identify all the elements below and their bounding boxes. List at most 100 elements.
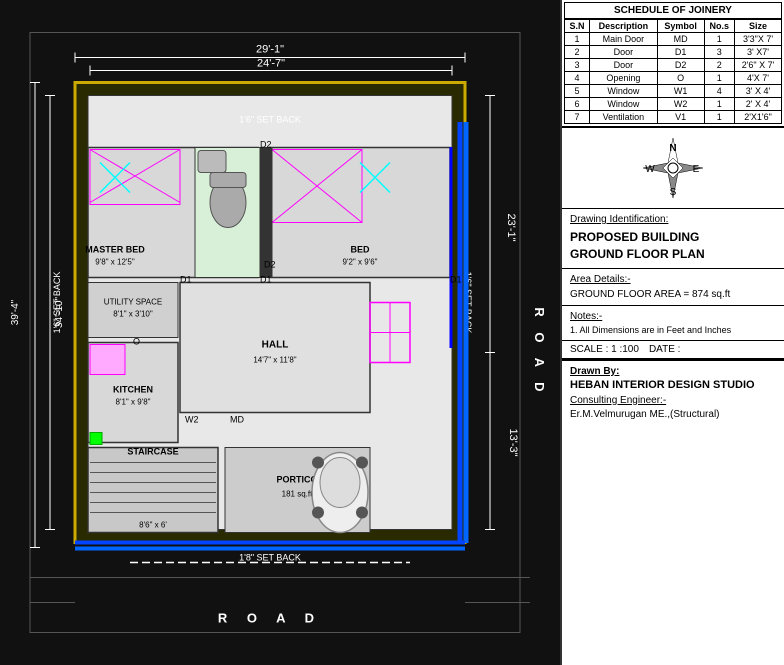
- studio-name: HEBAN INTERIOR DESIGN STUDIO: [570, 379, 776, 391]
- joinery-cell-0-2: MD: [657, 33, 704, 46]
- svg-text:R O A D: R O A D: [532, 307, 547, 397]
- drawn-by-section: Drawn By: HEBAN INTERIOR DESIGN STUDIO C…: [562, 359, 784, 665]
- joinery-cell-4-0: 5: [565, 85, 590, 98]
- joinery-cell-1-2: D1: [657, 46, 704, 59]
- joinery-cell-5-0: 6: [565, 98, 590, 111]
- svg-text:KITCHEN: KITCHEN: [113, 385, 153, 395]
- joinery-cell-2-0: 3: [565, 59, 590, 72]
- svg-text:BED: BED: [350, 245, 370, 255]
- floor-plan-area: 1'6" SET BACK 1'8" SET BACK 1'6" SET BAC…: [0, 0, 560, 665]
- joinery-cell-1-3: 3: [704, 46, 735, 59]
- col-nos: No.s: [704, 20, 735, 33]
- area-content: GROUND FLOOR AREA = 874 sq.ft: [570, 289, 776, 300]
- joinery-table: S.N Description Symbol No.s Size 1Main D…: [564, 19, 782, 124]
- joinery-cell-4-1: Window: [589, 85, 657, 98]
- area-label: Area Details:-: [570, 274, 776, 285]
- svg-text:N: N: [669, 143, 676, 154]
- drawing-title: PROPOSED BUILDING GROUND FLOOR PLAN: [570, 229, 776, 263]
- svg-text:29'-1": 29'-1": [256, 44, 284, 56]
- joinery-cell-6-2: V1: [657, 111, 704, 124]
- svg-text:23'-1": 23'-1": [505, 213, 517, 241]
- drawing-identification: Drawing Identification: PROPOSED BUILDIN…: [562, 209, 784, 269]
- joinery-cell-2-2: D2: [657, 59, 704, 72]
- joinery-cell-4-2: W1: [657, 85, 704, 98]
- notes-section: Notes:- 1. All Dimensions are in Feet an…: [562, 306, 784, 341]
- drawn-by-label: Drawn By:: [570, 366, 776, 377]
- svg-text:8'1" x 3'10": 8'1" x 3'10": [113, 310, 153, 319]
- area-details: Area Details:- GROUND FLOOR AREA = 874 s…: [562, 269, 784, 306]
- joinery-cell-1-1: Door: [589, 46, 657, 59]
- svg-text:D1: D1: [450, 275, 462, 285]
- joinery-title: SCHEDULE OF JOINERY: [564, 2, 782, 19]
- joinery-cell-4-3: 4: [704, 85, 735, 98]
- svg-text:14'7" x 11'8": 14'7" x 11'8": [253, 356, 296, 365]
- floor-plan-svg: 1'6" SET BACK 1'8" SET BACK 1'6" SET BAC…: [0, 0, 560, 665]
- svg-text:W: W: [645, 164, 655, 175]
- svg-text:STAIRCASE: STAIRCASE: [127, 447, 178, 457]
- main-container: 1'6" SET BACK 1'8" SET BACK 1'6" SET BAC…: [0, 0, 784, 665]
- col-sn: S.N: [565, 20, 590, 33]
- svg-text:D2: D2: [264, 260, 276, 270]
- svg-text:1'6" SET BACK: 1'6" SET BACK: [239, 115, 301, 125]
- notes-item-1: 1. All Dimensions are in Feet and Inches: [570, 325, 776, 335]
- svg-text:39'-4": 39'-4": [10, 299, 21, 325]
- engineer-name: Er.M.Velmurugan ME.,(Structural): [570, 409, 776, 420]
- svg-text:8'6" x 6': 8'6" x 6': [139, 521, 167, 530]
- joinery-cell-3-1: Opening: [589, 72, 657, 85]
- svg-text:MD: MD: [230, 415, 244, 425]
- svg-text:D1: D1: [180, 275, 192, 285]
- compass-svg: N S E W: [638, 133, 708, 203]
- col-symbol: Symbol: [657, 20, 704, 33]
- joinery-cell-3-2: O: [657, 72, 704, 85]
- consulting-label: Consulting Engineer:-: [570, 395, 776, 406]
- joinery-cell-0-1: Main Door: [589, 33, 657, 46]
- date-label: DATE :: [649, 344, 680, 355]
- svg-text:MASTER BED: MASTER BED: [85, 245, 145, 255]
- col-size: Size: [735, 20, 782, 33]
- scale-date: SCALE : 1 :100 DATE :: [562, 341, 784, 359]
- joinery-cell-6-4: 2'X1'6": [735, 111, 782, 124]
- joinery-cell-6-3: 1: [704, 111, 735, 124]
- joinery-cell-0-4: 3'3"X 7': [735, 33, 782, 46]
- svg-text:R O A D: R O A D: [218, 611, 322, 626]
- joinery-cell-5-3: 1: [704, 98, 735, 111]
- joinery-cell-6-0: 7: [565, 111, 590, 124]
- joinery-cell-2-3: 2: [704, 59, 735, 72]
- joinery-cell-5-4: 2' X 4': [735, 98, 782, 111]
- svg-text:E: E: [693, 164, 700, 175]
- joinery-cell-2-1: Door: [589, 59, 657, 72]
- info-panel: SCHEDULE OF JOINERY S.N Description Symb…: [560, 0, 784, 665]
- joinery-cell-6-1: Ventilation: [589, 111, 657, 124]
- joinery-cell-5-1: Window: [589, 98, 657, 111]
- joinery-cell-2-4: 2'6" X 7': [735, 59, 782, 72]
- svg-text:S: S: [670, 187, 677, 198]
- svg-text:D2: D2: [260, 140, 272, 150]
- svg-text:34'-10": 34'-10": [54, 297, 65, 328]
- joinery-cell-5-2: W2: [657, 98, 704, 111]
- joinery-cell-0-3: 1: [704, 33, 735, 46]
- svg-text:UTILITY SPACE: UTILITY SPACE: [104, 298, 162, 307]
- svg-text:8'1" x 9'8": 8'1" x 9'8": [116, 398, 151, 407]
- svg-text:HALL: HALL: [262, 340, 289, 351]
- svg-text:PORTICO: PORTICO: [276, 475, 317, 485]
- joinery-cell-1-0: 2: [565, 46, 590, 59]
- compass-section: N S E W: [562, 128, 784, 209]
- svg-text:W2: W2: [185, 415, 199, 425]
- joinery-cell-0-0: 1: [565, 33, 590, 46]
- notes-label: Notes:-: [570, 311, 776, 322]
- joinery-cell-1-4: 3' X7': [735, 46, 782, 59]
- svg-text:9'8" x 12'5": 9'8" x 12'5": [95, 258, 135, 267]
- svg-text:181 sq.ft: 181 sq.ft: [282, 490, 313, 499]
- joinery-section: SCHEDULE OF JOINERY S.N Description Symb…: [562, 0, 784, 128]
- svg-text:1'8" SET BACK: 1'8" SET BACK: [239, 553, 301, 563]
- joinery-cell-3-3: 1: [704, 72, 735, 85]
- svg-text:9'2" x 9'6": 9'2" x 9'6": [343, 258, 378, 267]
- svg-text:13'-3": 13'-3": [507, 428, 519, 456]
- joinery-cell-4-4: 3' X 4': [735, 85, 782, 98]
- svg-text:24'-7": 24'-7": [257, 58, 285, 70]
- col-desc: Description: [589, 20, 657, 33]
- drawing-id-label: Drawing Identification:: [570, 214, 776, 225]
- scale-label: SCALE : 1 :100: [570, 344, 639, 355]
- joinery-cell-3-4: 4'X 7': [735, 72, 782, 85]
- joinery-cell-3-0: 4: [565, 72, 590, 85]
